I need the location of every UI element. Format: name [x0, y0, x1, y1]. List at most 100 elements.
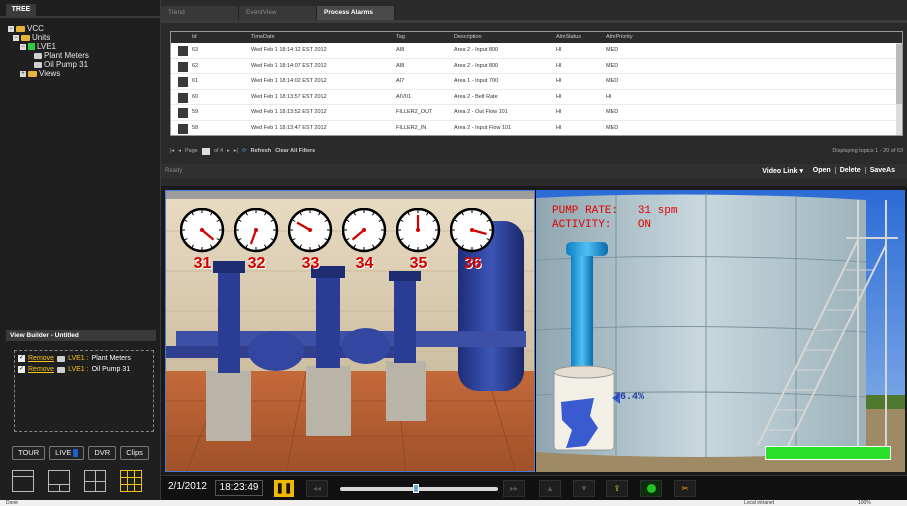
- step-up-icon[interactable]: ▲: [539, 480, 561, 497]
- refresh-button[interactable]: Refresh: [251, 148, 271, 154]
- camera-tile-plant-meters[interactable]: 31 32 33 34 35 36: [165, 190, 535, 472]
- tree-item-oil-pump[interactable]: Oil Pump 31: [8, 60, 89, 69]
- remove-link[interactable]: Remove: [28, 355, 54, 362]
- gauge-dial: [450, 208, 495, 253]
- first-page-icon[interactable]: |◂: [170, 148, 174, 154]
- column-header-almpriority[interactable]: AlmPriority: [603, 32, 663, 43]
- next-page-icon[interactable]: ▸: [227, 148, 230, 154]
- cell-almpriority: HI: [606, 93, 612, 100]
- tree-item-units[interactable]: − Units: [8, 33, 89, 42]
- cell-spacer: [663, 121, 902, 135]
- cell-tag: AI8: [396, 47, 405, 53]
- single-layout-icon[interactable]: [12, 470, 34, 492]
- gauge-dial: [180, 208, 225, 253]
- tour-button[interactable]: TOUR: [12, 446, 46, 460]
- column-header-id[interactable]: Id: [189, 32, 248, 43]
- page-input[interactable]: [201, 147, 210, 155]
- alarm-tabs: Trend EventView Process Alarms: [161, 6, 395, 20]
- checkbox[interactable]: ✓: [18, 366, 25, 373]
- camera-tile-oil-pump[interactable]: PUMP RATE: 31 spm ACTIVITY: ON 76.4%: [536, 190, 905, 472]
- remove-link[interactable]: Remove: [28, 366, 54, 373]
- status-green-bar: [765, 446, 891, 460]
- cell-almstatus: HI: [556, 62, 562, 69]
- two-by-two-layout-icon[interactable]: [84, 470, 106, 492]
- alarms-panel: Trend EventView Process Alarms Id TimeDa…: [161, 0, 907, 186]
- cell-spacer: [663, 90, 902, 105]
- cell-spacer: [663, 74, 902, 89]
- two-by-one-layout-icon[interactable]: [48, 470, 70, 492]
- alarm-row-icon: [178, 46, 188, 56]
- column-header-description[interactable]: Description: [451, 32, 553, 43]
- cell-almpriority: MED: [606, 62, 619, 69]
- camera-name: Plant Meters: [91, 355, 131, 362]
- clear-filters-button[interactable]: Clear All Filters: [275, 148, 315, 154]
- table-row[interactable]: 63 Wed Feb 1 18:14:12 EST 2012 AI8 Area 2 -…: [171, 43, 902, 59]
- gauge-dial: [234, 208, 279, 253]
- tree-tab[interactable]: TREE: [6, 4, 36, 16]
- export-icon[interactable]: ⇪: [606, 480, 628, 497]
- table-row[interactable]: 58 Wed Feb 1 18:13:47 EST 2012 FILLER2_IN A…: [171, 121, 902, 135]
- gauge-label: 36: [463, 255, 482, 272]
- tree-item-vcc[interactable]: − VCC: [8, 24, 89, 33]
- cell-id: 59: [192, 109, 199, 116]
- prev-page-icon[interactable]: ◂: [178, 148, 181, 154]
- cell-spacer: [663, 105, 902, 120]
- cell-id: 62: [192, 62, 199, 69]
- column-header-timedate[interactable]: TimeDate: [248, 32, 393, 43]
- collapse-icon[interactable]: −: [20, 43, 26, 50]
- layout-selector: [12, 470, 142, 492]
- gauge-dial: [288, 208, 333, 253]
- tree-item-views[interactable]: + Views: [8, 69, 89, 78]
- clips-button[interactable]: Clips: [120, 446, 149, 460]
- step-down-icon[interactable]: ▼: [573, 480, 595, 497]
- gauge: 35: [396, 208, 441, 273]
- timeline-slider-thumb[interactable]: [413, 484, 419, 493]
- cell-almpriority: MED: [606, 109, 619, 116]
- tree-label-plant-meters: Plant Meters: [44, 51, 89, 60]
- clip-scissors-icon[interactable]: ✂: [674, 480, 696, 497]
- tab-process-alarms[interactable]: Process Alarms: [317, 6, 395, 20]
- rewind-icon[interactable]: ◂◂: [306, 480, 328, 497]
- fast-forward-icon[interactable]: ▸▸: [503, 480, 525, 497]
- activity-text: ACTIVITY: ON: [552, 219, 652, 231]
- dvr-button[interactable]: DVR: [88, 446, 117, 460]
- table-row[interactable]: 59 Wed Feb 1 18:13:52 EST 2012 FILLER2_OUT…: [171, 105, 902, 121]
- column-header-tag[interactable]: Tag: [393, 32, 451, 43]
- three-by-three-layout-icon[interactable]: [120, 470, 142, 492]
- live-button[interactable]: LIVE: [49, 446, 85, 460]
- tab-eventview[interactable]: EventView: [239, 6, 317, 20]
- open-button[interactable]: Open: [809, 167, 836, 174]
- tab-trend[interactable]: Trend: [161, 6, 239, 20]
- tree-item-lve1[interactable]: − LVE1: [8, 42, 89, 51]
- tree-label-views: Views: [39, 69, 61, 78]
- timeline-slider[interactable]: [340, 487, 498, 491]
- checkbox[interactable]: ✓: [18, 355, 25, 362]
- expand-icon[interactable]: +: [20, 70, 26, 77]
- table-row[interactable]: 62 Wed Feb 1 18:14:07 EST 2012 AI8 Area 2 -…: [171, 59, 902, 75]
- cell-almstatus: HI: [556, 109, 562, 116]
- collapse-icon[interactable]: −: [8, 25, 14, 32]
- gauge: 32: [234, 208, 279, 273]
- table-scrollbar-thumb[interactable]: [896, 44, 902, 104]
- alarm-row-icon: [178, 92, 188, 103]
- column-header-almstatus[interactable]: AlmStatus: [553, 32, 603, 43]
- refresh-icon[interactable]: ⟳: [242, 148, 247, 154]
- table-row[interactable]: 61 Wed Feb 1 18:14:02 EST 2012 AI7 Area 1 -…: [171, 74, 902, 90]
- table-row[interactable]: 60 Wed Feb 1 18:13:57 EST 2012 AIV01 Area 2…: [171, 90, 902, 106]
- column-header[interactable]: [171, 32, 189, 43]
- gauge: 33: [288, 208, 333, 273]
- tree-item-plant-meters[interactable]: Plant Meters: [8, 51, 89, 60]
- video-link-dropdown[interactable]: Video Link ▾: [762, 167, 803, 175]
- zoom-level[interactable]: 100%: [858, 500, 871, 506]
- page-label: Page: [184, 148, 198, 154]
- saveas-button[interactable]: SaveAs: [866, 167, 899, 174]
- view-builder-item: ✓ Remove LVE1 : Plant Meters: [18, 353, 150, 364]
- green-dot-icon[interactable]: [640, 480, 662, 497]
- device-tree: − VCC − Units − LVE1 Plant Meters Oil Pu…: [8, 24, 89, 78]
- collapse-icon[interactable]: −: [13, 34, 19, 41]
- delete-button[interactable]: Delete: [836, 167, 866, 174]
- pause-button[interactable]: ❚❚: [274, 480, 294, 497]
- last-page-icon[interactable]: ▸|: [234, 148, 238, 154]
- tree-label-vcc: VCC: [27, 24, 44, 33]
- gauge: 36: [450, 208, 495, 273]
